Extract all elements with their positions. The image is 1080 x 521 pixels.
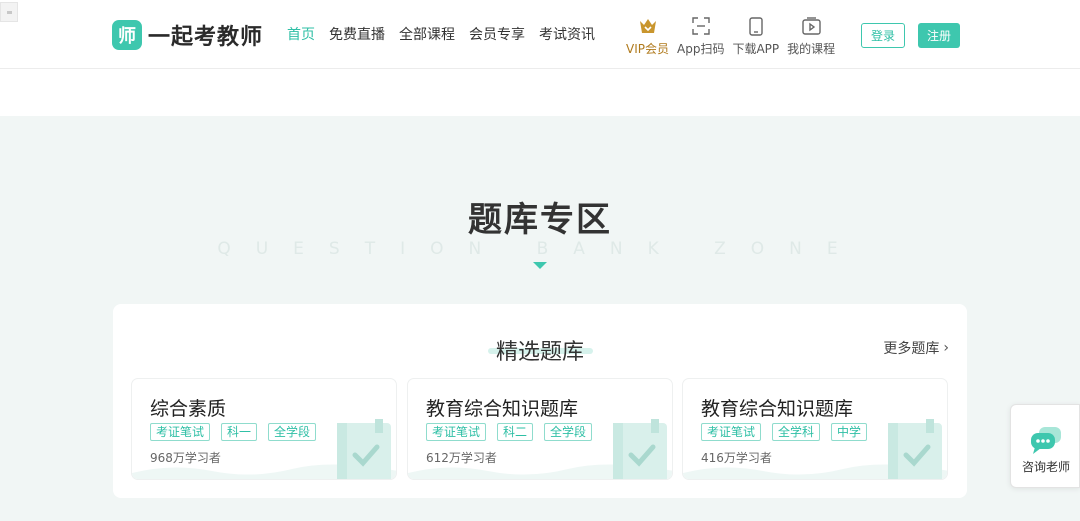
featured-bank-panel: 精选题库 更多题库 › 综合素质 考证笔试 科一 全学段 968万学习者 教育综… — [113, 304, 967, 498]
top-header: 师 一起考教师 首页 免费直播 全部课程 会员专享 考试资讯 VIP会员 App… — [0, 0, 1080, 69]
chat-bubble-icon — [1031, 427, 1061, 454]
more-banks-link[interactable]: 更多题库 › — [883, 338, 949, 358]
tag: 考证笔试 — [426, 423, 487, 441]
scan-icon — [691, 16, 711, 36]
vip-member-link[interactable]: VIP会员 — [626, 16, 669, 57]
section-subtitle: QUESTION BANK ZONE — [217, 239, 863, 259]
tag: 全学段 — [268, 423, 317, 441]
login-button[interactable]: 登录 — [861, 23, 905, 48]
card-title: 教育综合知识题库 — [426, 398, 579, 420]
nav-all-courses[interactable]: 全部课程 — [399, 25, 455, 45]
site-logo[interactable]: 师 一起考教师 — [112, 19, 263, 51]
download-app-link[interactable]: 下载APP — [732, 16, 779, 57]
card-tags: 考证笔试 全学科 中学 — [701, 423, 878, 441]
app-scan-link[interactable]: App扫码 — [677, 16, 724, 57]
book-check-icon — [888, 419, 942, 479]
main-nav: 首页 免费直播 全部课程 会员专享 考试资讯 — [287, 25, 609, 45]
tag: 考证笔试 — [701, 423, 762, 441]
consult-teacher-widget[interactable]: 咨询老师 — [1010, 404, 1080, 488]
tag: 科二 — [497, 423, 534, 441]
card-tags: 考证笔试 科一 全学段 — [150, 423, 327, 441]
section-arrow-icon — [533, 262, 547, 269]
chevron-right-icon: › — [943, 340, 949, 356]
tag: 全学科 — [772, 423, 821, 441]
tag: 中学 — [831, 423, 868, 441]
card-title: 教育综合知识题库 — [701, 398, 854, 420]
scan-label: App扫码 — [677, 42, 725, 56]
logo-text: 一起考教师 — [148, 25, 264, 50]
bank-card[interactable]: 教育综合知识题库 考证笔试 科二 全学段 612万学习者 — [407, 378, 673, 480]
tag: 考证笔试 — [150, 423, 211, 441]
logo-badge: 师 — [112, 20, 142, 50]
section-title: 题库专区 — [468, 200, 612, 240]
nav-home[interactable]: 首页 — [287, 25, 315, 45]
bank-card[interactable]: 教育综合知识题库 考证笔试 全学科 中学 416万学习者 — [682, 378, 948, 480]
book-check-icon — [613, 419, 667, 479]
nav-member[interactable]: 会员专享 — [469, 25, 525, 45]
tag: 全学段 — [544, 423, 593, 441]
register-button[interactable]: 注册 — [918, 23, 960, 48]
bank-card[interactable]: 综合素质 考证笔试 科一 全学段 968万学习者 — [131, 378, 397, 480]
corner-widget[interactable] — [0, 2, 18, 22]
book-check-icon — [337, 419, 391, 479]
nav-exam-news[interactable]: 考试资讯 — [539, 25, 595, 45]
tag: 科一 — [221, 423, 258, 441]
course-play-icon — [801, 16, 821, 36]
phone-icon — [746, 16, 766, 36]
nav-free-live[interactable]: 免费直播 — [329, 25, 385, 45]
my-courses-label: 我的课程 — [787, 42, 836, 56]
header-tools: VIP会员 App扫码 下载APP 我的课程 — [626, 16, 843, 57]
card-title: 综合素质 — [150, 398, 227, 420]
download-label: 下载APP — [732, 42, 780, 56]
crown-icon — [638, 16, 658, 36]
question-bank-section: 题库专区 QUESTION BANK ZONE 精选题库 更多题库 › 综合素质… — [0, 116, 1080, 521]
vip-label: VIP会员 — [626, 42, 669, 56]
panel-title: 精选题库 — [495, 340, 584, 365]
more-banks-label: 更多题库 — [883, 341, 940, 357]
card-tags: 考证笔试 科二 全学段 — [426, 423, 603, 441]
consult-label: 咨询老师 — [1021, 460, 1070, 474]
my-courses-link[interactable]: 我的课程 — [787, 16, 835, 57]
